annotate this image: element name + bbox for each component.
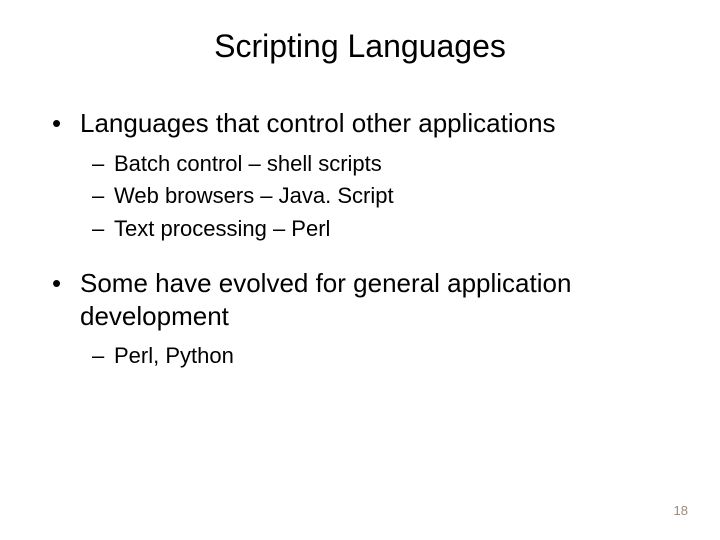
slide-container: Scripting Languages Languages that contr…	[0, 0, 720, 540]
sub-bullet-item: Perl, Python	[92, 342, 680, 371]
slide-title: Scripting Languages	[40, 28, 680, 65]
sub-bullet-item: Text processing – Perl	[92, 215, 680, 244]
sub-bullet-item: Batch control – shell scripts	[92, 150, 680, 179]
sub-bullet-text: Text processing – Perl	[114, 216, 330, 241]
bullet-text: Some have evolved for general applicatio…	[80, 268, 571, 331]
sub-bullet-group: Perl, Python	[40, 342, 680, 371]
sub-bullet-text: Web browsers – Java. Script	[114, 183, 394, 208]
sub-bullet-text: Batch control – shell scripts	[114, 151, 382, 176]
page-number: 18	[674, 503, 688, 518]
bullet-text: Languages that control other application…	[80, 108, 556, 138]
bullet-item: Some have evolved for general applicatio…	[52, 267, 680, 332]
sub-bullet-group: Batch control – shell scripts Web browse…	[40, 150, 680, 244]
sub-bullet-text: Perl, Python	[114, 343, 234, 368]
bullet-item: Languages that control other application…	[52, 107, 680, 140]
sub-bullet-item: Web browsers – Java. Script	[92, 182, 680, 211]
